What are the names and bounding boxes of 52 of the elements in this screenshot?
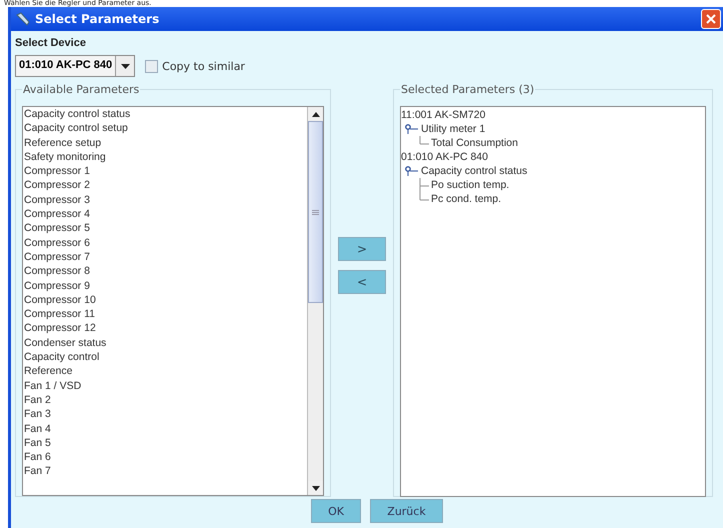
list-item[interactable]: Compressor 6 xyxy=(24,236,307,250)
list-item[interactable]: Compressor 4 xyxy=(24,207,307,222)
list-item[interactable]: Compressor 11 xyxy=(24,307,307,322)
list-item[interactable]: Compressor 5 xyxy=(24,221,307,236)
device-label: Select Device xyxy=(15,37,87,49)
device-dropdown[interactable]: 01:010 AK-PC 840 xyxy=(15,55,136,77)
move-button[interactable]: > xyxy=(338,236,386,260)
window-title: Select Parameters xyxy=(35,12,160,26)
list-item[interactable]: Compressor 1 xyxy=(24,164,307,178)
expanded-node-icon[interactable] xyxy=(405,166,419,176)
list-item[interactable]: Fan 6 xyxy=(24,450,307,464)
scrollbar[interactable] xyxy=(307,107,323,495)
list-item[interactable]: Fan 1 / VSD xyxy=(24,378,307,393)
list-item[interactable]: Capacity control status xyxy=(24,107,307,122)
dialog-button[interactable]: OK xyxy=(311,499,361,523)
selected-parameters-title: Selected Parameters (3) xyxy=(400,83,536,96)
list-item[interactable]: Fan 2 xyxy=(24,392,307,408)
caret-icon xyxy=(120,64,130,68)
tree-item[interactable]: Utility meter 1 xyxy=(421,123,486,135)
list-item[interactable]: Compressor 3 xyxy=(24,192,307,208)
list-item[interactable]: Fan 7 xyxy=(24,464,307,479)
list-item[interactable]: Compressor 2 xyxy=(24,178,307,193)
close-button[interactable] xyxy=(701,9,721,29)
list-item[interactable]: Condenser status xyxy=(24,336,307,350)
list-item[interactable]: Compressor 8 xyxy=(24,264,307,279)
expanded-node-icon[interactable] xyxy=(405,124,419,134)
tree-item[interactable]: 11:001 AK-SM720 xyxy=(401,109,486,121)
move-button[interactable]: < xyxy=(338,270,386,294)
tree-item[interactable]: Pc cond. temp. xyxy=(431,193,502,205)
grip-icon xyxy=(312,210,319,214)
dialog-button[interactable]: Zurück xyxy=(370,499,443,523)
list-item[interactable]: Fan 3 xyxy=(24,407,307,422)
tree-connector-icon xyxy=(419,178,429,192)
available-parameters-title: Available Parameters xyxy=(22,83,140,96)
list-item[interactable]: Fan 4 xyxy=(24,422,307,436)
tree-item[interactable]: 01:010 AK-PC 840 xyxy=(401,151,488,163)
tree-item[interactable]: Total Consumption xyxy=(431,137,518,149)
tree-item[interactable]: Po suction temp. xyxy=(431,179,510,191)
close-icon xyxy=(705,13,717,25)
tree-item[interactable]: Capacity control status xyxy=(421,165,528,177)
list-item[interactable]: Fan 5 xyxy=(24,436,307,450)
list-item[interactable]: Capacity control xyxy=(24,350,307,364)
list-item[interactable]: Reference setup xyxy=(24,136,307,150)
list-item[interactable]: Compressor 9 xyxy=(24,278,307,293)
list-item[interactable]: Compressor 7 xyxy=(24,250,307,264)
list-item[interactable]: Compressor 10 xyxy=(24,292,307,308)
list-item[interactable]: Capacity control setup xyxy=(24,121,307,136)
list-item[interactable]: Compressor 12 xyxy=(24,321,307,336)
copy-to-similar-checkbox[interactable]: Copy to similar xyxy=(145,60,245,72)
list-item[interactable]: Reference xyxy=(24,364,307,379)
list-item[interactable]: Safety monitoring xyxy=(24,150,307,164)
scroll-thumb[interactable] xyxy=(308,121,323,303)
